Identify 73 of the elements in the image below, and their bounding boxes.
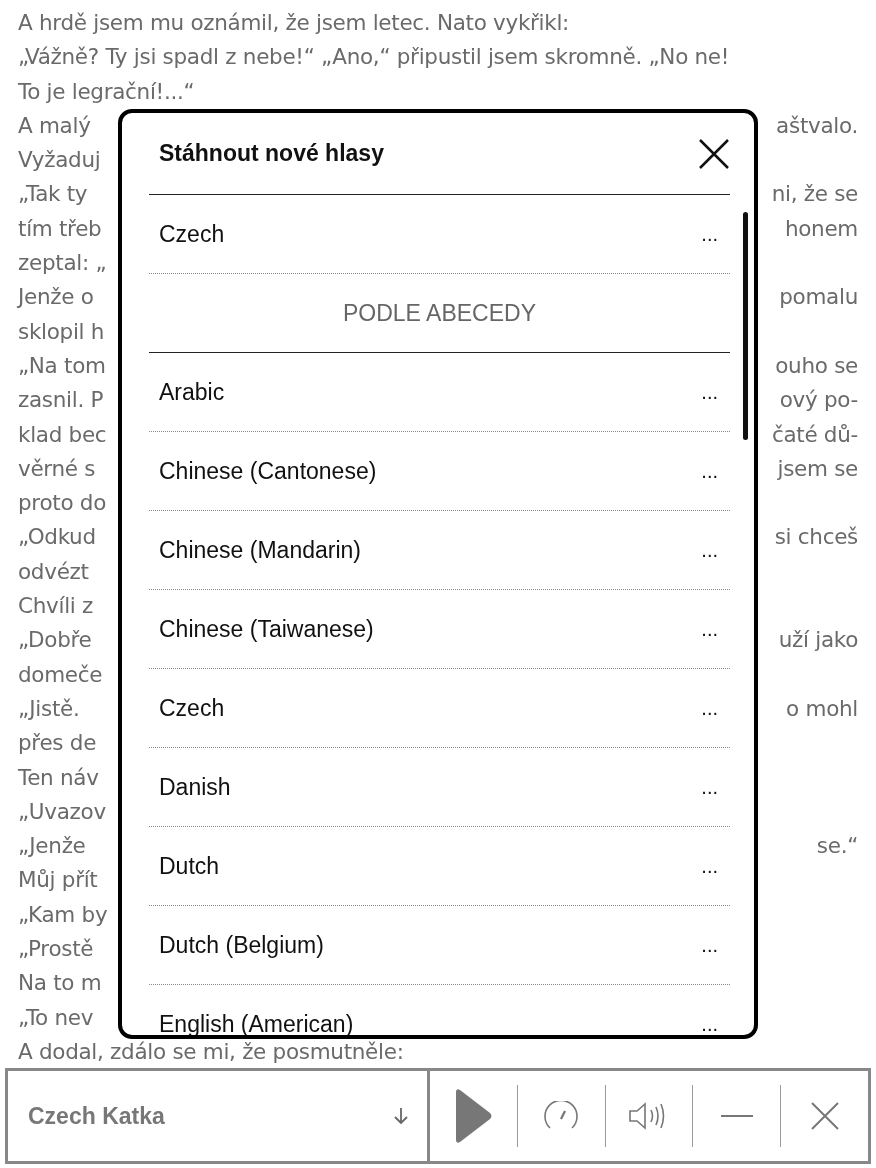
language-item[interactable]: Danish xyxy=(159,773,231,801)
page-text-line: si chceš xyxy=(774,523,858,552)
page-text-line: „Na tom xyxy=(18,351,106,380)
dialog-title: Stáhnout nové hlasy xyxy=(158,140,384,167)
page-text-line: A dodal, zdálo se mi, že posmutněle: xyxy=(18,1037,404,1066)
page-text-line: „Tak ty xyxy=(18,180,88,209)
page-text-line: ouho se xyxy=(775,351,858,380)
page-text-line: Ten náv xyxy=(18,763,99,792)
language-item[interactable]: Arabic xyxy=(159,378,225,406)
page-text-line: „Dobře xyxy=(18,626,92,655)
page-text-line: aštvalo. xyxy=(776,111,858,140)
page-text-line: „Jenže xyxy=(18,832,86,861)
page-text-line: klad bec xyxy=(18,420,107,449)
close-icon xyxy=(698,137,730,170)
page-text-line: domeče xyxy=(18,660,103,689)
page-text-line: „To nev xyxy=(18,1003,94,1032)
more-menu[interactable]: ... xyxy=(701,696,718,720)
page-text-line: se.“ xyxy=(816,832,858,861)
page-text-line: A hrdě jsem mu oznámil, že jsem letec. Nato vykřikl: xyxy=(18,9,570,37)
page-text-line: tím třeb xyxy=(18,214,102,243)
page-text-line: zeptal: „ xyxy=(18,249,107,278)
language-item[interactable]: Dutch xyxy=(159,852,220,880)
more-menu[interactable]: ... xyxy=(701,1012,718,1035)
more-menu[interactable]: ... xyxy=(701,617,718,641)
page-text-line: ni, že se xyxy=(771,180,858,209)
language-item[interactable]: Czech xyxy=(159,694,225,722)
page-text-line: uží jako xyxy=(778,626,858,655)
page-text-line: o mohl xyxy=(786,694,858,723)
more-menu[interactable]: ... xyxy=(701,222,718,246)
page-text-line: To je legrační!...“ xyxy=(18,77,195,106)
page-text-line: „Jistě. xyxy=(18,694,80,723)
page-text-line: Vyžaduj xyxy=(18,146,101,175)
page-text-line: Na to m xyxy=(18,969,102,998)
page-text-line: „Uvazov xyxy=(18,797,106,826)
page-text-line: odvézt xyxy=(18,557,89,586)
page-text-line: zasnil. P xyxy=(18,386,104,415)
more-menu[interactable]: ... xyxy=(701,854,718,878)
page-text-line: čaté dů- xyxy=(771,420,858,449)
page-text-line: „Vážně? Ty jsi spadl z nebe!“ „Ano,“ připustil jsem skromně. „No ne! xyxy=(18,43,730,72)
page-text-line: Můj přít xyxy=(18,866,98,895)
more-menu[interactable]: ... xyxy=(701,459,718,483)
page-text-line: A malý xyxy=(18,111,91,140)
language-item[interactable]: Chinese (Taiwanese) xyxy=(159,615,374,643)
page-text-line: „Prostě xyxy=(18,935,94,963)
page-text-line: jsem se xyxy=(777,454,858,483)
page-text-line: věrné s xyxy=(18,454,96,483)
play-icon xyxy=(453,1088,494,1144)
page-text-line: proto do xyxy=(18,489,106,518)
more-menu[interactable]: ... xyxy=(701,933,718,957)
page-text-line: sklopil h xyxy=(18,317,105,346)
language-item[interactable]: Dutch (Belgium) xyxy=(159,931,324,959)
page-text-line: honem xyxy=(784,214,858,243)
minus-icon xyxy=(720,1114,753,1118)
page-text-line: ový po- xyxy=(779,386,858,415)
more-menu[interactable]: ... xyxy=(701,538,718,562)
voice-selector[interactable]: Czech Katka xyxy=(8,1071,430,1161)
language-item[interactable]: Chinese (Cantonese) xyxy=(159,457,377,485)
language-item[interactable]: Chinese (Mandarin) xyxy=(159,536,361,564)
page-text-line: Jenže o xyxy=(18,283,94,312)
down-arrow-icon xyxy=(393,1107,409,1125)
page-text-line: pomalu xyxy=(779,283,858,312)
language-item[interactable]: Czech xyxy=(159,220,225,248)
page-text-line: „Odkud xyxy=(18,523,96,552)
page-text-line: přes de xyxy=(18,729,97,758)
section-header: PODLE ABECEDY xyxy=(149,274,730,353)
close-button[interactable] xyxy=(698,137,730,170)
gauge-icon xyxy=(542,1101,581,1131)
scrollbar[interactable] xyxy=(743,212,748,440)
page-text-line: Chvíli z xyxy=(18,592,93,621)
more-menu[interactable]: ... xyxy=(701,775,718,799)
close-icon xyxy=(810,1102,839,1130)
page-text-line: „Kam by xyxy=(18,900,108,929)
more-menu[interactable]: ... xyxy=(701,380,718,404)
